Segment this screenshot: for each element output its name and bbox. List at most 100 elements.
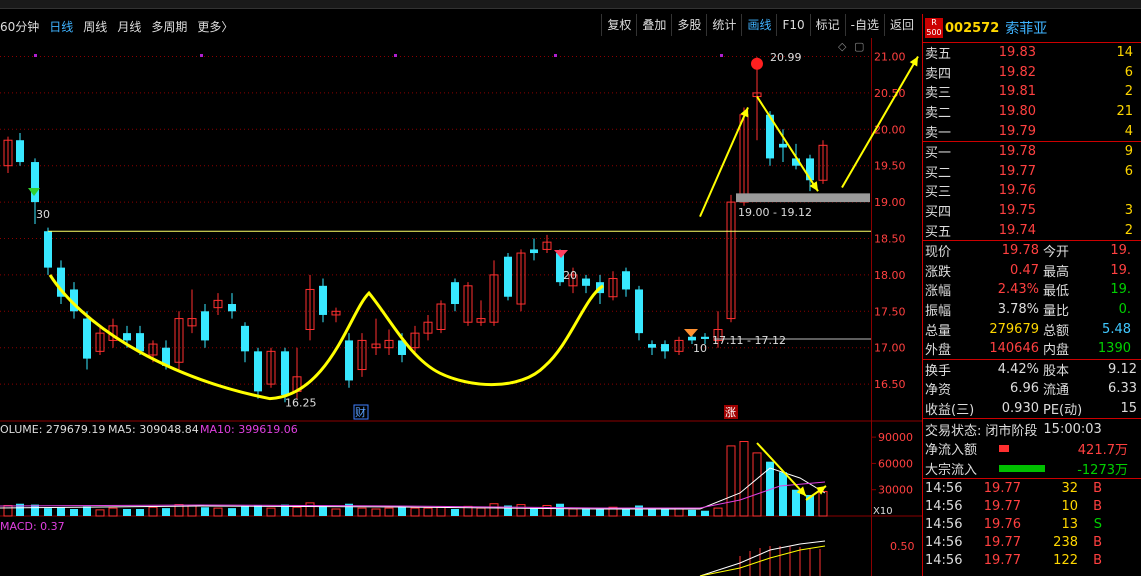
buy-row-2: 买三 19.76: [923, 181, 1141, 201]
sell-price: 19.81: [998, 84, 1036, 100]
quote-value: 19.: [1110, 243, 1131, 259]
tick-flag: B: [1093, 498, 1102, 514]
diamond-icon[interactable]: ◇: [838, 40, 847, 53]
candle-body: [31, 162, 39, 203]
sell-row-0: 卖五 19.83 14: [923, 43, 1141, 63]
tick-row-4: 14:56 19.77 122 B: [923, 551, 1141, 569]
buy-book: 买一 19.78 9 买二 19.77 6 买三 19.76 买四 19.75 3 买五 19.74 2: [923, 142, 1141, 241]
tick-price: 19.77: [983, 498, 1021, 514]
price-tick: 18.00: [874, 269, 906, 282]
volume-arrow-up-head: [816, 486, 826, 495]
tick-row-1: 14:56 19.77 10 B: [923, 497, 1141, 515]
fund-value: 15: [1120, 400, 1137, 416]
period-tab-5[interactable]: 更多〉: [197, 18, 233, 35]
flow-row-1: 大宗流入 -1273万: [923, 458, 1141, 478]
fund-value: 0.930: [1001, 400, 1039, 416]
buy-price: 19.77: [998, 163, 1036, 179]
toolbar-button-3[interactable]: 统计: [706, 14, 741, 36]
tick-time: 14:56: [925, 552, 963, 568]
flow-label: 大宗流入: [925, 462, 978, 478]
sell-volume: 4: [1124, 123, 1133, 139]
volume-bar: [398, 507, 406, 516]
quote-value: 0.47: [1010, 262, 1039, 278]
candle-body: [582, 278, 590, 286]
price-tick: 19.00: [874, 196, 906, 209]
quote-value: 140646: [989, 341, 1039, 357]
volume-bar: [136, 508, 144, 516]
volume-bars: [3, 441, 828, 517]
sell-row-1: 卖四 19.82 6: [923, 63, 1141, 83]
sell-label: 卖二: [925, 106, 952, 122]
candle-body: [688, 336, 696, 341]
toolbar-button-6[interactable]: 标记: [809, 14, 845, 36]
stock-header: R 500 002572 索菲亚: [923, 14, 1141, 43]
quote-label: 现价: [925, 245, 952, 261]
toolbar-button-0[interactable]: 复权: [601, 14, 636, 36]
quote-label: 最高: [1043, 264, 1070, 280]
candle-body: [319, 285, 327, 315]
toolbar-button-5[interactable]: F10: [776, 14, 809, 36]
quote-row-2: 涨幅 2.43% 最低 19.: [923, 280, 1141, 300]
toolbar-button-4[interactable]: 画线: [741, 14, 776, 36]
sell-volume: 6: [1124, 64, 1133, 80]
volume-bar: [622, 508, 630, 516]
settings-icon[interactable]: ▢: [854, 40, 864, 53]
sell-row-4: 卖一 19.79 4: [923, 121, 1141, 141]
stock-code: 002572: [945, 20, 1000, 36]
candle-body: [661, 344, 669, 352]
volume-bar: [331, 508, 341, 517]
volume-bar: [818, 490, 828, 517]
toolbar-button-2[interactable]: 多股: [671, 14, 706, 36]
sell-price: 19.80: [998, 104, 1036, 120]
volume-bar: [476, 507, 486, 517]
stock-name: 索菲亚: [1005, 21, 1048, 37]
volume-bar: [688, 509, 696, 516]
candle-body: [201, 311, 209, 341]
volume-bar: [44, 508, 52, 516]
sell-price: 19.82: [998, 64, 1036, 80]
fund-flows: 净流入额 421.7万大宗流入 -1273万: [923, 439, 1141, 480]
period-tab-2[interactable]: 周线: [83, 18, 107, 35]
quote-row-5: 外盘 140646 内盘 1390: [923, 339, 1141, 359]
buy-price: 19.74: [998, 222, 1036, 238]
quote-label: 总量: [925, 323, 952, 339]
volume-bar: [70, 508, 78, 516]
period-tab-3[interactable]: 月线: [117, 18, 141, 35]
quote-label: 涨幅: [925, 284, 952, 300]
period-tab-4[interactable]: 多周期: [151, 18, 187, 35]
quote-label: 今开: [1043, 245, 1070, 261]
sell-label: 卖一: [925, 125, 952, 141]
toolbar-button-8[interactable]: 返回: [883, 14, 919, 36]
volume-bar: [423, 507, 433, 517]
event-cai-label: 财: [355, 405, 366, 419]
toolbar-button-7[interactable]: -自选: [844, 14, 884, 36]
tick-time: 14:56: [925, 516, 963, 532]
toolbar-button-1[interactable]: 叠加: [636, 14, 671, 36]
flow-value: -1273万: [1077, 462, 1128, 478]
flow-label: 净流入额: [925, 443, 978, 459]
macd-dif: [699, 540, 826, 576]
tick-volume: 32: [1061, 480, 1078, 496]
tick-row-0: 14:56 19.77 32 B: [923, 479, 1141, 497]
candle-body: [123, 333, 131, 341]
flow-row-0: 净流入额 421.7万: [923, 439, 1141, 459]
candle-body: [701, 336, 709, 339]
candle-body: [345, 340, 353, 381]
buy-label: 买四: [925, 205, 952, 221]
volume-tick: 30000: [878, 484, 913, 497]
gap-zone-upper-label: 19.00 - 19.12: [738, 206, 812, 219]
marker-20-label: 20: [563, 269, 577, 282]
volume-bar: [371, 508, 381, 517]
quote-value: 279679: [989, 321, 1039, 337]
sell-price: 19.79: [998, 123, 1036, 139]
quote-value: 19.: [1110, 262, 1131, 278]
fund-row-1: 净资 6.96 流通 6.33: [923, 379, 1141, 399]
quote-value: 1390: [1097, 341, 1131, 357]
fund-row-2: 收益(三) 0.930 PE(动) 15: [923, 399, 1141, 419]
fund-value: 6.33: [1108, 381, 1137, 397]
period-tab-1[interactable]: 日线: [49, 18, 73, 35]
marker-dot: [200, 54, 203, 57]
low-price-label: 16.25: [285, 396, 317, 409]
period-tab-0[interactable]: 60分钟: [0, 18, 39, 35]
kline-chart[interactable]: 21.0020.5020.0019.5019.0018.5018.0017.50…: [0, 38, 922, 576]
